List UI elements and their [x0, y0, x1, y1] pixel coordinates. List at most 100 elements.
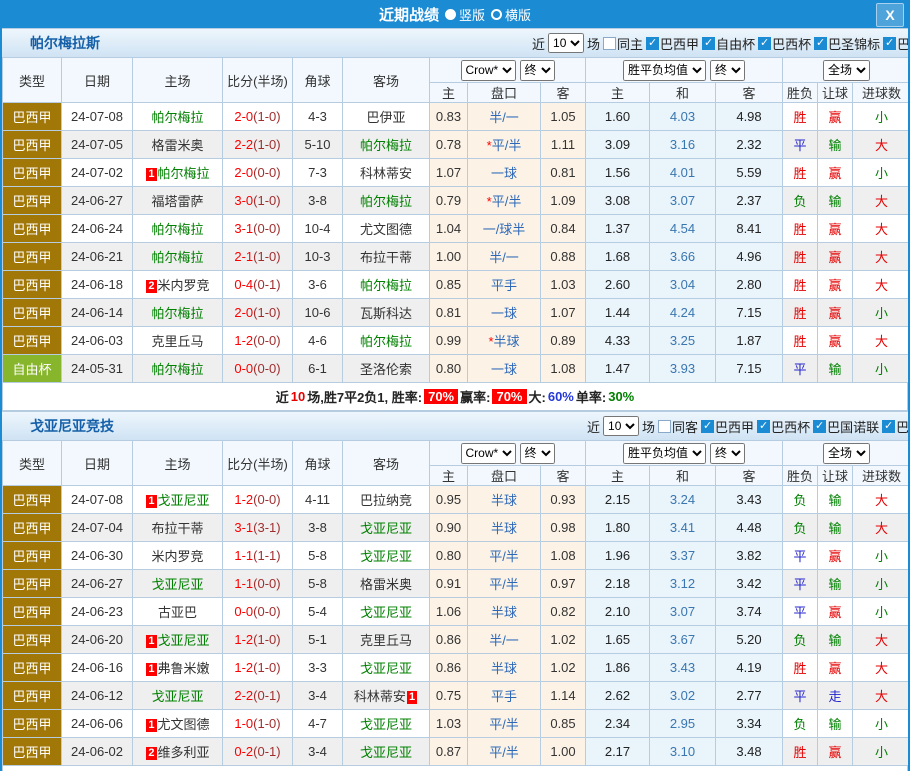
asian-away-odds-cell: 0.89 [541, 327, 586, 355]
home-team-cell: 1弗鲁米嫩 [133, 654, 223, 682]
team-label: 圣洛伦索 [360, 362, 412, 377]
team-label: 米内罗竞 [158, 278, 210, 293]
team-label: 帕尔梅拉 [151, 306, 203, 321]
score-fulltime: 1-1 [234, 548, 253, 563]
filter-league[interactable]: ✓巴西杯 [757, 417, 810, 436]
date-cell: 24-06-21 [62, 243, 133, 271]
asian-away-odds-cell: 0.88 [541, 243, 586, 271]
league-type-cell: 巴西甲 [3, 626, 62, 654]
line-label: 一/球半 [483, 222, 526, 237]
team-label: 戈亚尼亚 [158, 493, 210, 508]
score-fulltime: 2-0 [234, 165, 253, 180]
rate-chip: 70% [492, 389, 526, 404]
match-row: 巴西甲24-06-21帕尔梅拉2-1(1-0)10-3布拉干蒂1.00半/一0.… [3, 243, 910, 271]
layout-vertical-option[interactable]: 竖版 [445, 5, 485, 24]
scope-select[interactable]: 全场 [823, 443, 870, 464]
avg-select[interactable]: 胜平负均值 [623, 443, 706, 464]
score-cell: 2-2(0-1) [223, 682, 293, 710]
asian-away-odds-cell: 1.09 [541, 187, 586, 215]
euro-away-odds-cell: 7.15 [716, 299, 783, 327]
handicap-result-cell-label: 赢 [829, 222, 842, 237]
final-select[interactable]: 终 [520, 60, 555, 81]
euro-draw-odds-cell: 2.95 [650, 710, 716, 738]
filter-league[interactable]: ✓巴西杯 [758, 34, 811, 53]
filter-league[interactable]: ✓巴西甲 [701, 417, 754, 436]
final-select-2[interactable]: 终 [710, 60, 745, 81]
filter-league[interactable]: ✓巴国诺联 [813, 417, 879, 436]
asian-away-odds-cell: 1.11 [541, 131, 586, 159]
result-cell: 负 [783, 710, 818, 738]
score-halftime: (1-0) [253, 109, 280, 124]
goals-result-cell: 大 [853, 215, 910, 243]
team-label: 戈亚尼亚 [360, 661, 412, 676]
score-cell: 3-1(3-1) [223, 514, 293, 542]
handicap-result-cell: 赢 [818, 299, 853, 327]
asian-home-odds-cell: 1.07 [430, 159, 468, 187]
handicap-result-cell: 输 [818, 131, 853, 159]
asian-away-odds-cell: 0.82 [541, 598, 586, 626]
avg-select[interactable]: 胜平负均值 [623, 60, 706, 81]
match-row: 巴西甲24-06-12戈亚尼亚2-2(0-1)3-4科林蒂安10.75平手1.1… [3, 682, 910, 710]
corner-cell: 7-3 [293, 159, 343, 187]
col-result: 胜负 [783, 466, 818, 486]
asian-odds-header: Crow*终 [430, 441, 586, 466]
result-cell-label: 胜 [794, 745, 807, 760]
team-label: 福塔雷萨 [151, 194, 203, 209]
team-label: 帕尔梅拉 [151, 222, 203, 237]
score-fulltime: 0-0 [234, 604, 253, 619]
match-row: 巴西甲24-06-03克里丘马1-2(0-0)4-6帕尔梅拉0.99*半球0.8… [3, 327, 910, 355]
filter-league[interactable]: ✓巴西乙 [882, 417, 910, 436]
line-label: 半球 [491, 521, 517, 536]
team-label: 科林蒂安 [354, 689, 406, 704]
scope-select[interactable]: 全场 [823, 60, 870, 81]
match-count-select[interactable]: 10 [548, 33, 584, 53]
handicap-result-cell: 赢 [818, 159, 853, 187]
date-cell: 24-06-30 [62, 542, 133, 570]
filter-same-venue[interactable]: 同客 [658, 417, 698, 436]
line-label: 半球 [494, 334, 520, 349]
handicap-result-cell: 赢 [818, 598, 853, 626]
bookmaker-select[interactable]: Crow* [461, 443, 516, 464]
line-label: 平/半 [489, 577, 519, 592]
result-cell-label: 平 [794, 689, 807, 704]
asian-home-odds-cell: 0.90 [430, 514, 468, 542]
bookmaker-select[interactable]: Crow* [461, 60, 516, 81]
col-score: 比分(半场) [223, 58, 293, 103]
goals-result-cell: 大 [853, 243, 910, 271]
team-label: 帕尔梅拉 [151, 250, 203, 265]
filter-league[interactable]: ✓巴西甲 [646, 34, 699, 53]
match-row: 自由杯24-05-31帕尔梅拉0-0(0-0)6-1圣洛伦索0.80一球1.08… [3, 355, 910, 383]
euro-home-odds-cell: 2.18 [586, 570, 650, 598]
match-row: 巴西甲24-06-201戈亚尼亚1-2(1-0)5-1克里丘马0.86半/一1.… [3, 626, 910, 654]
score-cell: 2-0(1-0) [223, 103, 293, 131]
result-cell: 胜 [783, 243, 818, 271]
date-cell: 24-06-14 [62, 299, 133, 327]
euro-home-odds-cell: 1.37 [586, 215, 650, 243]
line-label: 半/一 [489, 110, 519, 125]
team-label: 克里丘马 [151, 334, 203, 349]
score-cell: 2-1(1-0) [223, 243, 293, 271]
score-fulltime: 0-4 [234, 277, 253, 292]
result-cell: 胜 [783, 738, 818, 766]
asian-home-odds-cell: 0.86 [430, 626, 468, 654]
handicap-result-cell: 走 [818, 682, 853, 710]
home-team-cell: 戈亚尼亚 [133, 682, 223, 710]
team-label: 尤文图德 [360, 222, 412, 237]
asian-line-cell: 半球 [468, 654, 541, 682]
goals-result-cell: 大 [853, 131, 910, 159]
final-select[interactable]: 终 [520, 443, 555, 464]
close-button[interactable]: X [876, 3, 904, 27]
match-count-select[interactable]: 10 [603, 416, 639, 436]
filter-league[interactable]: ✓自由杯 [702, 34, 755, 53]
goals-result-cell-label: 大 [875, 278, 888, 293]
final-select-2[interactable]: 终 [710, 443, 745, 464]
filter-league[interactable]: ✓巴超杯 [883, 34, 910, 53]
filter-league[interactable]: ✓巴圣锦标 [814, 34, 880, 53]
home-team-cell: 帕尔梅拉 [133, 103, 223, 131]
handicap-result-cell: 输 [818, 187, 853, 215]
date-cell: 24-06-24 [62, 215, 133, 243]
euro-away-odds-cell: 3.43 [716, 486, 783, 514]
layout-horizontal-option[interactable]: 横版 [491, 5, 531, 24]
line-label: 平手 [491, 689, 517, 704]
filter-same-venue[interactable]: 同主 [603, 34, 643, 53]
